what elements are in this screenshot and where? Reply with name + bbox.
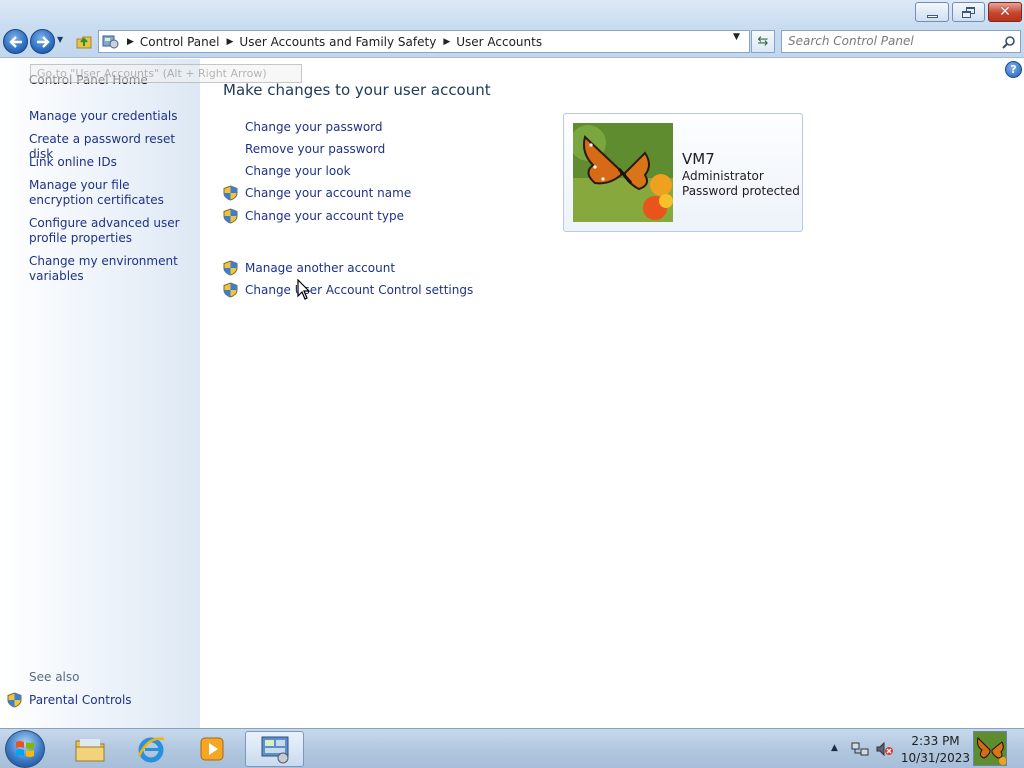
help-icon[interactable]: ? bbox=[1005, 61, 1022, 78]
link-online-ids-link[interactable]: Link online IDs bbox=[29, 155, 194, 170]
change-account-type-link[interactable]: Change your account type bbox=[245, 209, 404, 223]
remove-password-link[interactable]: Remove your password bbox=[245, 142, 385, 156]
restore-button[interactable] bbox=[952, 2, 985, 22]
change-uac-settings-link[interactable]: Change User Account Control settings bbox=[245, 283, 473, 297]
breadcrumb-user-accounts-family-safety[interactable]: User Accounts and Family Safety bbox=[239, 35, 436, 49]
security-shield-icon bbox=[223, 282, 238, 298]
user-account-tile: VM7 Administrator Password protected bbox=[563, 113, 803, 232]
change-look-task[interactable]: Change your look bbox=[223, 162, 351, 180]
change-account-name-link[interactable]: Change your account name bbox=[245, 186, 411, 200]
windows-logo-icon bbox=[16, 741, 34, 757]
back-button[interactable] bbox=[3, 29, 28, 54]
volume-muted-icon[interactable] bbox=[876, 741, 894, 757]
close-button[interactable]: ✕ bbox=[988, 2, 1022, 22]
breadcrumb-arrow-icon[interactable]: ▶ bbox=[443, 37, 450, 47]
recent-pages-dropdown[interactable]: ▼ bbox=[57, 35, 63, 44]
user-name: VM7 bbox=[682, 150, 715, 168]
see-also-item[interactable]: Parental Controls bbox=[7, 692, 132, 708]
security-shield-icon bbox=[7, 692, 22, 708]
minimize-icon bbox=[926, 14, 938, 18]
address-dropdown-icon[interactable]: ▼ bbox=[733, 32, 740, 42]
folder-icon bbox=[75, 739, 104, 762]
manage-credentials-link[interactable]: Manage your credentials bbox=[29, 109, 194, 124]
manage-another-account-task[interactable]: Manage another account bbox=[223, 259, 395, 277]
breadcrumb-control-panel[interactable]: Control Panel bbox=[140, 35, 220, 49]
change-account-type-task[interactable]: Change your account type bbox=[223, 207, 404, 225]
internet-explorer-icon bbox=[137, 737, 164, 763]
change-look-link[interactable]: Change your look bbox=[245, 164, 351, 178]
change-account-name-task[interactable]: Change your account name bbox=[223, 184, 411, 202]
search-input[interactable] bbox=[788, 34, 993, 48]
navigation-bar: ▼ ▶ Control Panel ▶ User Accounts and Fa… bbox=[0, 26, 1024, 58]
clock-date[interactable]: 10/31/2023 bbox=[898, 751, 973, 765]
start-button[interactable] bbox=[5, 730, 45, 768]
breadcrumb-arrow-icon[interactable]: ▶ bbox=[127, 37, 134, 47]
media-player-icon bbox=[200, 737, 223, 761]
search-icon[interactable] bbox=[1002, 35, 1016, 49]
taskbar-internet-explorer-button[interactable] bbox=[123, 731, 178, 767]
network-icon[interactable] bbox=[851, 741, 869, 757]
breadcrumb-user-accounts[interactable]: User Accounts bbox=[456, 35, 542, 49]
user-thumbnail[interactable] bbox=[973, 731, 1007, 766]
security-shield-icon bbox=[223, 185, 238, 201]
change-password-task[interactable]: Change your password bbox=[223, 118, 383, 136]
forward-arrow-icon bbox=[36, 35, 50, 48]
butterfly-thumbnail-icon bbox=[974, 732, 1006, 765]
user-picture[interactable] bbox=[573, 123, 673, 222]
close-icon: ✕ bbox=[999, 4, 1011, 20]
control-panel-icon bbox=[261, 736, 288, 764]
remove-password-task[interactable]: Remove your password bbox=[223, 140, 385, 158]
minimize-button[interactable] bbox=[915, 2, 949, 22]
see-also-heading: See also bbox=[29, 670, 80, 684]
clock-time[interactable]: 2:33 PM bbox=[898, 734, 973, 748]
restore-icon bbox=[961, 6, 976, 18]
taskbar: ▲ 2:33 PM 10/31/2023 bbox=[0, 728, 1024, 768]
up-folder-icon[interactable] bbox=[76, 33, 92, 49]
manage-another-account-link[interactable]: Manage another account bbox=[245, 261, 395, 275]
breadcrumb-arrow-icon[interactable]: ▶ bbox=[227, 37, 234, 47]
taskbar-media-player-button[interactable] bbox=[184, 731, 239, 767]
security-shield-icon bbox=[223, 260, 238, 276]
uac-settings-task[interactable]: Change User Account Control settings bbox=[223, 281, 473, 299]
user-account-type: Administrator bbox=[682, 169, 764, 183]
back-arrow-icon bbox=[8, 35, 22, 48]
forward-button[interactable] bbox=[30, 29, 55, 54]
configure-advanced-profile-properties-link[interactable]: Configure advanced user profile properti… bbox=[29, 216, 194, 246]
page-title: Make changes to your user account bbox=[223, 81, 491, 99]
change-environment-variables-link[interactable]: Change my environment variables bbox=[29, 254, 194, 284]
security-shield-icon bbox=[223, 208, 238, 224]
manage-file-encryption-certificates-link[interactable]: Manage your file encryption certificates bbox=[29, 178, 194, 208]
show-hidden-icons-button[interactable]: ▲ bbox=[831, 743, 838, 753]
parental-controls-link[interactable]: Parental Controls bbox=[29, 693, 132, 708]
control-panel-icon bbox=[102, 35, 119, 48]
user-password-status: Password protected bbox=[682, 184, 800, 198]
refresh-button[interactable]: ⇆ bbox=[751, 30, 775, 53]
taskbar-control-panel-button[interactable] bbox=[245, 731, 304, 767]
mouse-cursor-icon bbox=[297, 279, 311, 300]
change-password-link[interactable]: Change your password bbox=[245, 120, 383, 134]
address-bar[interactable]: ▶ Control Panel ▶ User Accounts and Fami… bbox=[98, 30, 750, 53]
taskbar-explorer-button[interactable] bbox=[62, 731, 117, 767]
title-bar: ✕ bbox=[0, 0, 1024, 26]
search-box[interactable] bbox=[781, 30, 1021, 53]
left-task-pane: Control Panel Home Go to "User Accounts"… bbox=[0, 59, 302, 728]
refresh-icon: ⇆ bbox=[757, 34, 769, 49]
